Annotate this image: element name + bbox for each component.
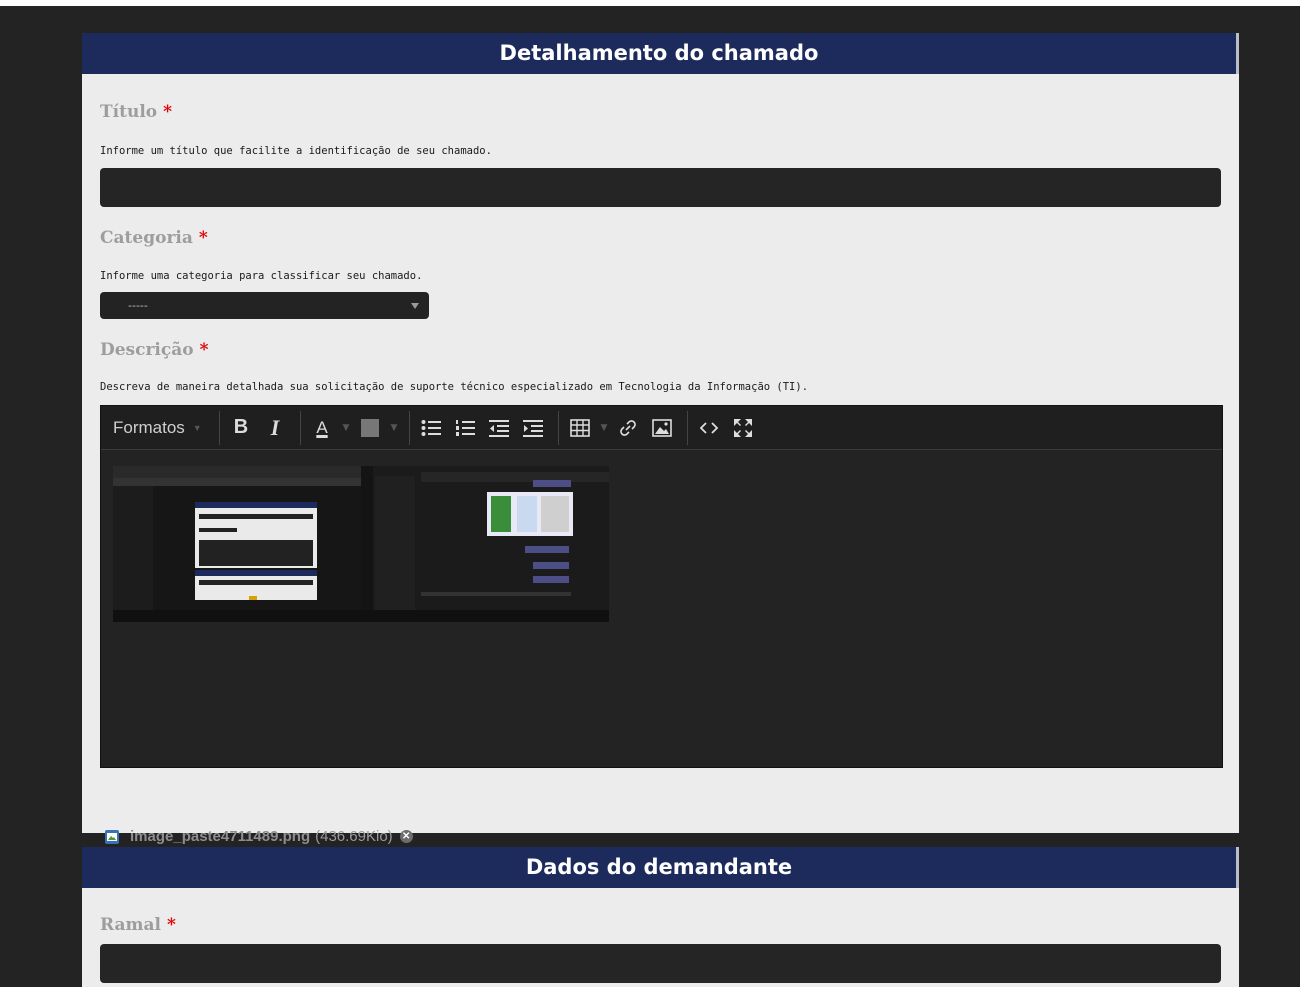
text-color-icon[interactable]: A — [307, 413, 337, 443]
ramal-input[interactable] — [100, 944, 1221, 983]
section-title: Dados do demandante — [82, 847, 1239, 888]
fullscreen-icon[interactable] — [728, 413, 758, 443]
source-code-icon[interactable] — [694, 413, 724, 443]
editor-content-area[interactable] — [101, 450, 1222, 766]
formats-label: Formatos — [113, 417, 185, 437]
required-asterisk: * — [198, 228, 208, 248]
descricao-label: Descrição * — [100, 340, 209, 360]
editor-toolbar: Formatos ▼ B I A ▼ ▼ ▼ — [101, 406, 1222, 450]
required-asterisk: * — [167, 915, 176, 935]
toolbar-separator — [687, 410, 688, 445]
italic-icon[interactable]: I — [260, 413, 290, 443]
titulo-input[interactable] — [100, 168, 1221, 207]
indent-icon[interactable] — [518, 413, 548, 443]
attachment-item: image_paste4711489.png (436.69Kio) ✕ — [104, 828, 413, 845]
attachment-filename[interactable]: image_paste4711489.png — [130, 828, 310, 845]
remove-attachment-icon[interactable]: ✕ — [399, 830, 413, 843]
ramal-label-text: Ramal — [100, 915, 161, 935]
background-color-icon[interactable] — [355, 413, 385, 443]
table-icon[interactable] — [565, 413, 595, 443]
section-title: Detalhamento do chamado — [82, 33, 1239, 74]
png-file-icon — [105, 829, 119, 844]
outdent-icon[interactable] — [484, 413, 514, 443]
categoria-select[interactable]: ----- — [100, 292, 429, 319]
chevron-down-icon[interactable]: ▼ — [341, 413, 351, 443]
toolbar-separator — [409, 410, 410, 445]
toolbar-separator — [300, 410, 301, 445]
chevron-down-icon — [411, 303, 419, 309]
toolbar-separator — [558, 410, 559, 445]
attachment-size: (436.69Kio) — [315, 828, 393, 845]
required-asterisk: * — [163, 102, 173, 122]
bullet-list-icon[interactable] — [416, 413, 446, 443]
top-strip — [0, 0, 1300, 6]
bold-icon[interactable]: B — [226, 413, 256, 443]
categoria-label: Categoria * — [100, 228, 208, 248]
ramal-label: Ramal * — [100, 915, 176, 935]
chevron-down-icon[interactable]: ▼ — [599, 413, 609, 443]
link-icon[interactable] — [613, 413, 643, 443]
required-asterisk: * — [199, 340, 209, 360]
formats-dropdown[interactable]: Formatos ▼ — [113, 413, 209, 443]
titulo-label: Título * — [100, 102, 172, 122]
descricao-label-text: Descrição — [100, 340, 194, 360]
titulo-hint: Informe um título que facilite a identif… — [100, 145, 492, 157]
requester-data-panel: Dados do demandante Ramal * — [82, 847, 1239, 987]
chevron-down-icon: ▼ — [192, 422, 202, 433]
titulo-label-text: Título — [100, 102, 158, 122]
categoria-hint: Informe uma categoria para classificar s… — [100, 270, 423, 282]
ticket-details-panel: Detalhamento do chamado Título * Informe … — [82, 33, 1239, 845]
numbered-list-icon[interactable] — [450, 413, 480, 443]
rich-text-editor: Formatos ▼ B I A ▼ ▼ ▼ — [100, 405, 1223, 768]
toolbar-separator — [219, 410, 220, 445]
pasted-screenshot-image[interactable] — [113, 466, 609, 622]
chevron-down-icon[interactable]: ▼ — [389, 413, 399, 443]
descricao-hint: Descreva de maneira detalhada sua solici… — [100, 381, 809, 393]
categoria-selected-value: ----- — [128, 299, 148, 312]
image-icon[interactable] — [647, 413, 677, 443]
categoria-label-text: Categoria — [100, 228, 193, 248]
